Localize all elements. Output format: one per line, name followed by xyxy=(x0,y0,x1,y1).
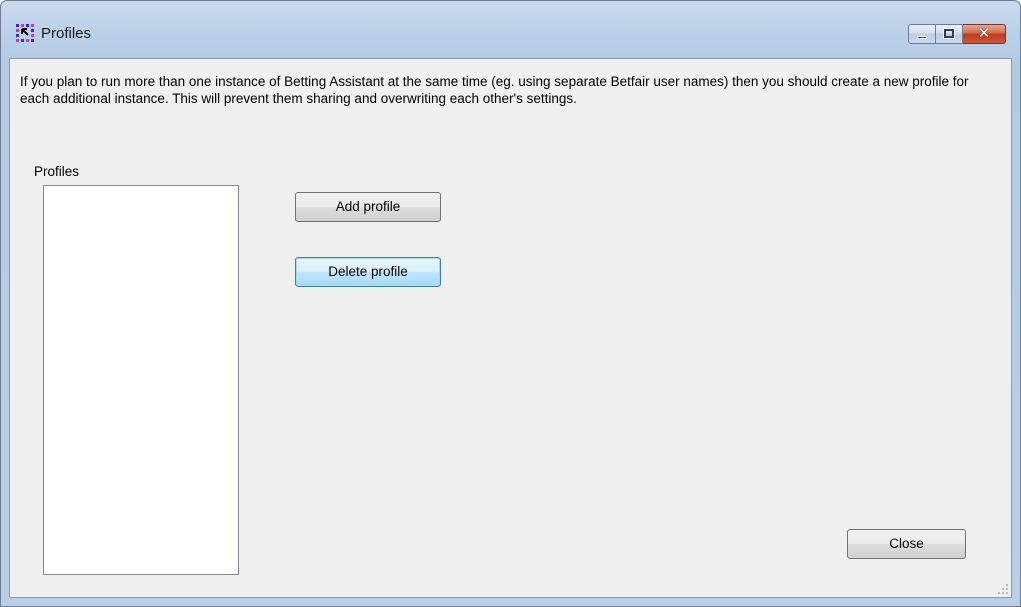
caption-buttons: ✕ xyxy=(908,24,1006,44)
close-button[interactable]: Close xyxy=(847,529,966,559)
close-icon: ✕ xyxy=(977,24,991,42)
profiles-list-label: Profiles xyxy=(34,164,80,179)
title-bar[interactable]: Profiles ✕ xyxy=(1,1,1020,57)
betting-assistant-icon xyxy=(16,24,34,42)
resize-grip-icon[interactable] xyxy=(996,582,1008,594)
delete-profile-button[interactable]: Delete profile xyxy=(295,257,441,287)
profiles-listbox[interactable] xyxy=(43,185,239,575)
maximize-button[interactable] xyxy=(936,24,963,44)
dialog-body: If you plan to run more than one instanc… xyxy=(9,58,1012,598)
minimize-icon xyxy=(917,36,927,39)
window-close-button[interactable]: ✕ xyxy=(963,24,1006,44)
maximize-icon xyxy=(943,28,955,39)
window-title: Profiles xyxy=(41,25,92,42)
profiles-description: If you plan to run more than one instanc… xyxy=(20,74,969,106)
profiles-window: Profiles ✕ If you plan to run more than … xyxy=(0,0,1021,607)
add-profile-button[interactable]: Add profile xyxy=(295,192,441,222)
minimize-button[interactable] xyxy=(908,24,936,44)
